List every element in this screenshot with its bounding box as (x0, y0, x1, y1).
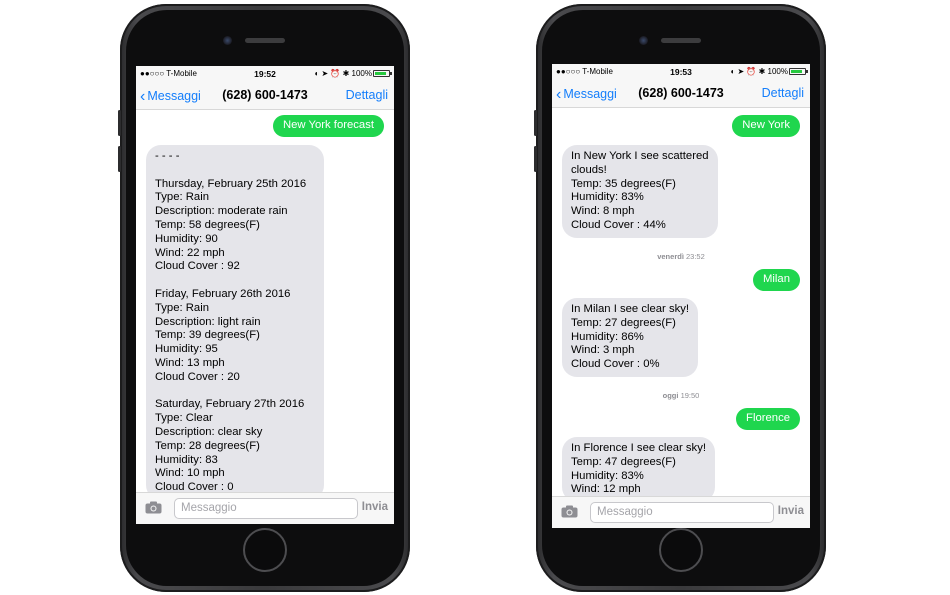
message-line: Description: light rain (155, 315, 261, 328)
timestamp-day: oggi (662, 391, 679, 400)
battery-icon (373, 70, 392, 77)
sent-message[interactable]: Florence (736, 408, 800, 430)
message-line: Wind: 3 mph (571, 344, 635, 357)
message-line: clouds! (571, 163, 607, 176)
details-button[interactable]: Dettagli (762, 86, 804, 100)
message-line: Humidity: 95 (155, 343, 218, 356)
volume-up-button (534, 110, 537, 136)
message-line (155, 274, 315, 288)
message-input[interactable]: Messaggio (174, 498, 358, 519)
message-line: Humidity: 86% (571, 330, 644, 343)
message-line: Temp: 47 degrees(F) (571, 455, 676, 468)
status-icons: ◐ ➤ ⏰ ✱ 100% (730, 67, 808, 76)
timestamp-time: 23:52 (686, 252, 705, 261)
message-line: Description: moderate rain (155, 205, 288, 218)
message-line: Wind: 12 mph (571, 483, 641, 496)
status-bar: ●●○○○ T-Mobile 19:52 ◐ ➤ ⏰ ✱ 100% (136, 66, 394, 82)
timestamp-time: 19:50 (680, 391, 700, 400)
message-input[interactable]: Messaggio (590, 502, 774, 523)
message-line (155, 385, 315, 399)
message-line: - - - - (155, 150, 180, 162)
message-line: Temp: 27 degrees(F) (571, 316, 676, 329)
volume-up-button (118, 110, 121, 136)
composer-bar: Messaggio Invia (136, 492, 394, 524)
screen-left: ●●○○○ T-Mobile 19:52 ◐ ➤ ⏰ ✱ 100% ‹ Messa… (136, 66, 394, 524)
message-line: Temp: 58 degrees(F) (155, 218, 260, 231)
message-line: Cloud Cover : 20 (155, 370, 240, 383)
message-line: Humidity: 90 (155, 232, 218, 245)
nav-bar: ‹ Messaggi (628) 600-1473 Dettagli (552, 80, 810, 108)
screen-right: ●●○○○ T-Mobile 19:53 ◐ ➤ ⏰ ✱ 100% ‹ Messa… (552, 64, 810, 528)
conversation[interactable]: New York In New York I see scattered clou… (552, 108, 810, 496)
received-message[interactable]: In Florence I see clear sky! Temp: 47 deg… (562, 437, 715, 496)
message-line: Cloud Cover : 0 (155, 481, 234, 492)
message-line: Wind: 22 mph (155, 246, 225, 259)
message-line: In Milan I see clear sky! (571, 303, 690, 315)
nav-bar: ‹ Messaggi (628) 600-1473 Dettagli (136, 82, 394, 110)
back-button[interactable]: ‹ Messaggi (140, 88, 201, 106)
message-line: Temp: 35 degrees(F) (571, 177, 676, 190)
composer-bar: Messaggio Invia (552, 496, 810, 528)
timestamp-day: venerdì (657, 252, 684, 261)
volume-down-button (118, 146, 121, 172)
message-line: Temp: 28 degrees(F) (155, 439, 260, 452)
message-line: Cloud Cover : 92 (155, 260, 240, 273)
message-line: Friday, February 26th 2016 (155, 287, 291, 300)
message-line: Humidity: 83 (155, 453, 218, 466)
status-indicators: ◐ ➤ ⏰ ✱ 100% (314, 69, 372, 78)
message-line: Humidity: 83% (571, 191, 644, 204)
sent-message[interactable]: New York (732, 115, 800, 137)
message-line: Wind: 10 mph (155, 467, 225, 480)
back-label: Messaggi (147, 89, 201, 103)
conversation[interactable]: New York forecast - - - - Thursday, Febr… (136, 110, 394, 492)
message-line: Wind: 13 mph (155, 356, 225, 369)
chevron-left-icon: ‹ (556, 86, 562, 103)
earpiece-speaker (245, 38, 285, 43)
status-icons: ◐ ➤ ⏰ ✱ 100% (314, 69, 392, 78)
front-camera (639, 36, 648, 45)
details-button[interactable]: Dettagli (346, 88, 388, 102)
message-line: Wind: 8 mph (571, 205, 635, 218)
status-bar: ●●○○○ T-Mobile 19:53 ◐ ➤ ⏰ ✱ 100% (552, 64, 810, 80)
message-line: Cloud Cover : 44% (571, 218, 666, 231)
send-button[interactable]: Invia (778, 505, 804, 517)
sent-message[interactable]: New York forecast (272, 115, 384, 137)
message-line: Cloud Cover : 0% (571, 358, 660, 371)
earpiece-speaker (661, 38, 701, 43)
battery-icon (789, 68, 808, 75)
camera-icon[interactable] (561, 505, 578, 518)
message-line: In Florence I see clear sky! (571, 442, 706, 454)
chevron-left-icon: ‹ (140, 88, 146, 105)
received-message[interactable]: In Milan I see clear sky! Temp: 27 degree… (562, 298, 699, 377)
message-line: Humidity: 83% (571, 469, 644, 482)
received-message[interactable]: - - - - Thursday, February 25th 2016 Type… (146, 145, 324, 492)
front-camera (223, 36, 232, 45)
message-line: Description: clear sky (155, 425, 263, 438)
back-label: Messaggi (563, 87, 617, 101)
volume-down-button (534, 146, 537, 172)
message-line: In New York I see scattered (571, 150, 709, 162)
message-line: Type: Rain (155, 301, 210, 314)
timestamp: oggi 19:50 (552, 391, 810, 400)
timestamp: venerdì 23:52 (552, 252, 810, 261)
message-line (155, 164, 315, 178)
home-button[interactable] (243, 528, 287, 572)
message-line: Temp: 39 degrees(F) (155, 329, 260, 342)
received-message[interactable]: In New York I see scattered clouds! Temp: … (562, 145, 718, 238)
status-indicators: ◐ ➤ ⏰ ✱ 100% (730, 67, 788, 76)
sent-message[interactable]: Milan (753, 269, 800, 291)
message-line: Type: Clear (155, 412, 213, 425)
message-line: Saturday, February 27th 2016 (155, 398, 305, 411)
camera-icon[interactable] (145, 501, 162, 514)
message-line: Type: Rain (155, 191, 210, 204)
back-button[interactable]: ‹ Messaggi (556, 86, 617, 104)
message-line: Thursday, February 25th 2016 (155, 177, 307, 190)
home-button[interactable] (659, 528, 703, 572)
send-button[interactable]: Invia (362, 501, 388, 513)
